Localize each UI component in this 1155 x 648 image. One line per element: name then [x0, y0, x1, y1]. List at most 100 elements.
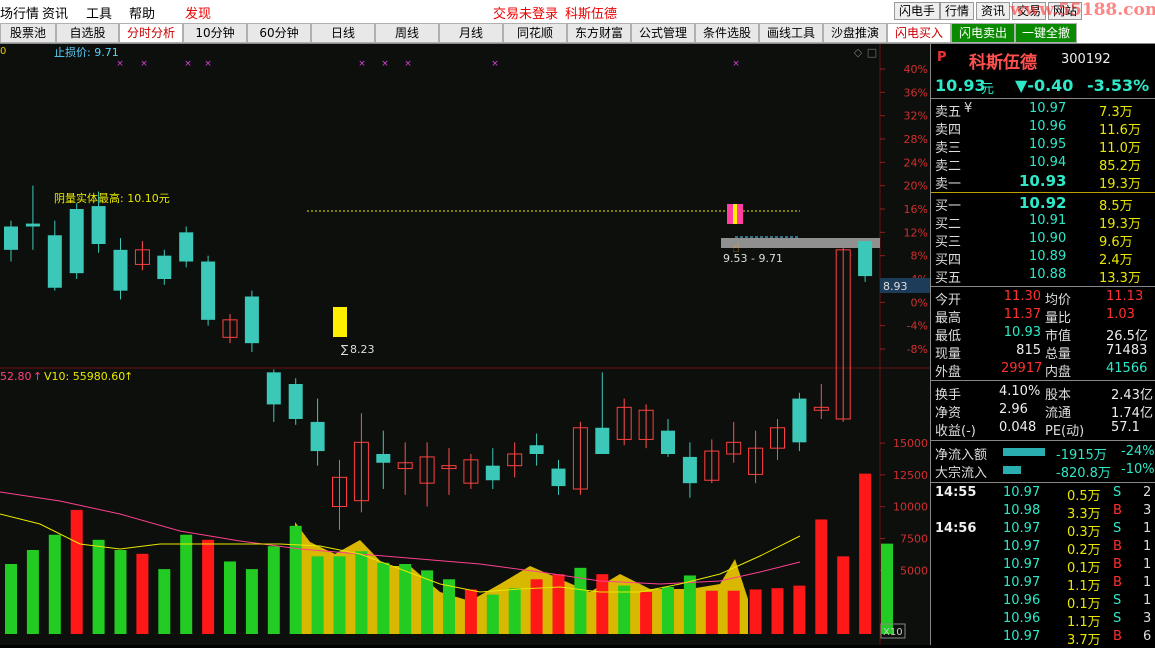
tab-6[interactable]: 周线 — [375, 23, 439, 43]
volume-bar — [136, 553, 149, 634]
stop-loss-label: 止损价: 9.71 — [54, 45, 119, 59]
tick-count: 1 — [1143, 593, 1152, 608]
volume-bar — [355, 551, 368, 634]
candle-body — [201, 261, 216, 320]
menu-item-news[interactable]: 资讯 — [42, 3, 68, 22]
tab-16[interactable]: 一键全撤 — [1015, 23, 1077, 43]
candle-body — [244, 296, 259, 344]
candle-body — [485, 465, 500, 481]
stat-row: 外盘 29917 内盘 41566 — [931, 360, 1155, 380]
stat2-label: 收益(-) — [935, 424, 976, 439]
tab-8[interactable]: 同花顺 — [503, 23, 567, 43]
highlight-candle-pink-core — [733, 204, 737, 224]
tab-2[interactable]: 分时分析 — [119, 23, 183, 43]
menu-item-help[interactable]: 帮助 — [129, 3, 155, 22]
tick-price: 10.97 — [1003, 557, 1041, 572]
kline-chart-area[interactable]: 40%36%32%28%24%20%16%12%8%4%0%-4%-8%8.93… — [0, 44, 930, 645]
signal-marker: × — [358, 59, 366, 69]
tick-side: B — [1113, 557, 1122, 572]
volume-bar — [70, 509, 83, 634]
menu-item-tools[interactable]: 工具 — [86, 3, 112, 22]
ask-price: 10.97 — [1029, 101, 1067, 116]
stat2-row: 净资 2.96 流通 1.74亿 — [931, 401, 1155, 421]
flow-bar — [1003, 466, 1021, 474]
signal-marker: × — [381, 59, 389, 69]
vol-header-v10: V10: 55980.60 — [44, 370, 125, 383]
volume-bar — [662, 586, 674, 634]
tab-3[interactable]: 10分钟 — [183, 23, 247, 43]
pct-tick-label: 0% — [911, 296, 928, 309]
tab-4[interactable]: 60分钟 — [247, 23, 311, 43]
bid-row: 买一 10.92 8.5万 — [931, 194, 1155, 214]
tab-0[interactable]: 股票池 — [0, 23, 56, 43]
tick-count: 1 — [1143, 539, 1152, 554]
volume-bar — [92, 539, 105, 634]
volume-bar — [464, 589, 477, 634]
menu-item-discover[interactable]: 发现 — [185, 3, 211, 22]
candle-body — [113, 249, 128, 291]
candle-body — [69, 209, 84, 274]
tick-row: 14:56 10.97 0.3万 S 1 — [931, 520, 1155, 540]
tick-count: 2 — [1143, 485, 1152, 500]
volume-bar — [26, 550, 39, 634]
tick-time: 14:55 — [935, 485, 977, 500]
signal-marker: × — [140, 59, 148, 69]
volume-bar — [596, 574, 609, 634]
tick-price: 10.96 — [1003, 593, 1041, 608]
ask-row: 卖五 10.97 7.3万 ¥ — [931, 100, 1155, 120]
tick-side: S — [1113, 611, 1122, 626]
volume-bar — [267, 546, 280, 634]
tick-price: 10.98 — [1003, 503, 1041, 518]
tick-side: B — [1113, 575, 1122, 590]
menu-bar: 场行情 资讯 工具 帮助 发现 交易未登录 科斯伍德 闪电手 行情 资讯 交易 … — [0, 0, 1155, 22]
tick-row: 10.97 3.7万 B 6 — [931, 628, 1155, 648]
tab-13[interactable]: 沙盘推演 — [823, 23, 887, 43]
volume-bar — [399, 564, 412, 634]
volume-bar — [333, 556, 346, 634]
range-bar — [721, 238, 880, 248]
price-unit: 元 — [981, 82, 995, 97]
tab-10[interactable]: 公式管理 — [631, 23, 695, 43]
volume-bar — [793, 585, 806, 634]
volume-bar — [48, 534, 61, 634]
signal-marker: × — [404, 59, 412, 69]
signal-marker: × — [204, 59, 212, 69]
kline-chart[interactable]: 40%36%32%28%24%20%16%12%8%4%0%-4%-8%8.93… — [0, 44, 930, 645]
pct-tick-label: 40% — [904, 63, 928, 76]
stat2-value: 0.048 — [999, 420, 1037, 435]
stock-header: P 科斯伍德 300192 — [931, 48, 1155, 73]
tick-count: 3 — [1143, 503, 1152, 518]
flow-label: 大宗流入 — [935, 466, 988, 481]
tab-5[interactable]: 日线 — [311, 23, 375, 43]
tick-price: 10.97 — [1003, 539, 1041, 554]
lightning-hand-button[interactable]: 闪电手 — [894, 2, 941, 20]
tick-count: 1 — [1143, 557, 1152, 572]
tab-15[interactable]: 闪电卖出 — [951, 23, 1015, 43]
flow-row: 净流入额 -1915万 -24% — [931, 443, 1155, 463]
signal-marker: × — [116, 59, 124, 69]
square-icon: □ — [867, 46, 877, 59]
tab-12[interactable]: 画线工具 — [759, 23, 823, 43]
tab-11[interactable]: 条件选股 — [695, 23, 759, 43]
volume-bar — [245, 569, 258, 634]
stat-value: 11.37 — [1003, 307, 1041, 322]
tab-7[interactable]: 月线 — [439, 23, 503, 43]
menu-item-market[interactable]: 场行情 — [0, 3, 39, 22]
tick-count: 3 — [1143, 611, 1152, 626]
tab-14[interactable]: 闪电买入 — [887, 23, 951, 43]
stat-label-2: 内盘 — [1045, 365, 1072, 380]
volume-bar — [640, 592, 653, 634]
vol-v10-arrow: ↑ — [124, 370, 133, 383]
candle-body — [310, 421, 325, 452]
toolbar-tabs: 股票池 自选股 分时分析 10分钟 60分钟 日线 周线 月线 同花顺 东方财富 公式管理 条件选股画… — [0, 22, 1155, 44]
low-price-label: 8.23 — [350, 343, 375, 356]
quote-button[interactable]: 行情 — [940, 2, 975, 20]
volume-bar — [486, 594, 499, 634]
volume-bar — [552, 574, 565, 634]
tab-9[interactable]: 东方财富 — [567, 23, 631, 43]
stat2-label-2: PE(动) — [1045, 424, 1085, 439]
candle-body — [288, 384, 303, 419]
candle-body — [595, 427, 610, 454]
tab-1[interactable]: 自选股 — [56, 23, 119, 43]
news-button[interactable]: 资讯 — [976, 2, 1011, 20]
